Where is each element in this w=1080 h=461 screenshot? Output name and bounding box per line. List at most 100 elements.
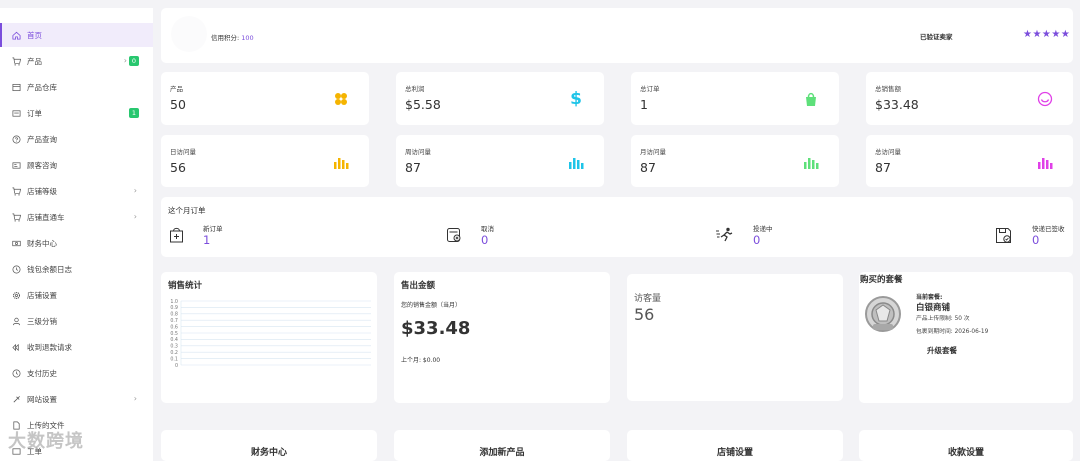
runner-icon (716, 227, 733, 242)
sidebar-item-label: 网站设置 (27, 394, 57, 404)
y-tick-label: 0.2 (170, 350, 178, 356)
sidebar-item-products[interactable]: 产品 › 0 (0, 49, 153, 73)
history-icon (12, 265, 21, 274)
sidebar-item-product-query[interactable]: 产品查询 (0, 127, 153, 151)
cart-icon (12, 213, 21, 222)
sidebar-item-finance[interactable]: 财务中心 (0, 231, 153, 255)
watermark: 大数跨境 (8, 431, 84, 452)
stat-card-products: 产品 50 (161, 72, 369, 125)
rating-stars: ★★★★★ (1023, 29, 1071, 40)
order-status-count: 0 (1032, 233, 1040, 247)
last-month-amount: 上个月: $0.00 (401, 357, 441, 364)
finance-center-link[interactable]: 财务中心 (161, 430, 377, 461)
link-label: 收款设置 (947, 448, 984, 458)
sidebar-item-shop-settings[interactable]: 店铺设置 (0, 283, 153, 307)
add-product-link[interactable]: 添加新产品 (394, 430, 610, 461)
sidebar-item-home[interactable]: 首页 (0, 23, 153, 47)
stat-card-total-orders: 总订单 1 (631, 72, 839, 125)
sidebar-item-distribution[interactable]: 三级分销 (0, 309, 153, 333)
stat-label: 日访问量 (170, 148, 196, 156)
order-status-count: 0 (753, 233, 761, 247)
stat-label: 总订单 (640, 85, 660, 93)
signed-icon (996, 228, 1011, 243)
sidebar-item-orders[interactable]: 订单 1 (0, 101, 153, 125)
monthly-orders-panel: 这个月订单 新订单 1 取消 0 投递中 0 快递已签收 0 (161, 197, 1073, 257)
gear-icon (12, 291, 21, 300)
order-icon (12, 109, 21, 118)
package-badge-icon (865, 296, 901, 332)
sidebar-item-label: 订单 (27, 108, 42, 118)
y-tick-label: 1.0 (170, 299, 178, 305)
visitors-value: 56 (634, 305, 655, 324)
verified-seller-label: 已验证卖家 (920, 33, 953, 41)
bar-chart-icon (569, 158, 584, 169)
stat-value: 50 (170, 97, 186, 112)
monthly-orders-title: 这个月订单 (168, 206, 206, 215)
sidebar-item-label: 财务中心 (27, 238, 57, 248)
credit-value: 100 (241, 34, 254, 42)
stat-value: 87 (405, 160, 421, 175)
stat-value: $5.58 (405, 97, 441, 112)
smile-icon (1037, 91, 1053, 107)
stat-card-total-sales: 总销售额 $33.48 (866, 72, 1073, 125)
upgrade-package-button[interactable]: 升级套餐 (927, 345, 957, 356)
sold-amount-card: 售出金额 您的销售金额（当月） $33.48 上个月: $0.00 (394, 272, 610, 403)
stat-value: 87 (875, 160, 891, 175)
order-status-count: 1 (203, 233, 211, 247)
credit-label: 信用积分: (211, 34, 240, 42)
stat-label: 总利润 (405, 85, 425, 93)
y-tick-label: 0 (175, 363, 178, 369)
stat-label: 产品 (170, 85, 183, 93)
count-badge: 1 (128, 108, 139, 118)
sidebar: 首页 产品 › 0 产品仓库 订单 1 产品查询 顾客咨询 店铺等级 › 店铺直… (0, 8, 153, 461)
sidebar-item-label: 三级分销 (27, 316, 57, 326)
sidebar-item-label: 钱包余额日志 (27, 264, 72, 274)
bar-chart-icon (1038, 158, 1053, 169)
sidebar-item-label: 店铺直通车 (27, 212, 65, 222)
sidebar-item-wallet-log[interactable]: 钱包余额日志 (0, 257, 153, 281)
link-label: 店铺设置 (716, 448, 753, 458)
sidebar-item-label: 顾客咨询 (27, 160, 57, 170)
bar-chart-icon (334, 158, 349, 169)
sidebar-item-site-settings[interactable]: 网站设置 › (0, 387, 153, 411)
chevron-right-icon: › (133, 212, 137, 221)
order-status-count: 0 (481, 233, 489, 247)
home-icon (12, 31, 21, 40)
sales-line-chart: 1.00.90.80.70.60.50.40.30.20.10 (170, 299, 371, 369)
chevron-right-icon: › (133, 186, 137, 195)
sidebar-item-shop-express[interactable]: 店铺直通车 › (0, 205, 153, 229)
stat-card-weekly-visits: 周访问量 87 (396, 135, 604, 187)
money-icon (12, 239, 21, 248)
package-name: 白银商铺 (916, 303, 951, 313)
upload-limit: 产品上传限制: 50 次 (916, 316, 970, 322)
sidebar-item-refund-requests[interactable]: 收到退款请求 (0, 335, 153, 359)
stat-card-daily-visits: 日访问量 56 (161, 135, 369, 187)
y-tick-label: 0.8 (170, 312, 178, 318)
bag-icon (806, 92, 816, 106)
current-package-label: 当前套餐: (916, 294, 943, 301)
stat-label: 月访问量 (640, 148, 666, 156)
count-badge: 0 (128, 56, 139, 66)
sidebar-item-label: 产品查询 (27, 134, 57, 144)
shop-settings-link[interactable]: 店铺设置 (627, 430, 843, 461)
link-label: 财务中心 (250, 448, 287, 458)
sidebar-item-customer-consult[interactable]: 顾客咨询 (0, 153, 153, 177)
history-icon (12, 369, 21, 378)
chevron-right-icon: › (123, 56, 127, 65)
sidebar-item-product-storage[interactable]: 产品仓库 (0, 75, 153, 99)
link-label: 添加新产品 (479, 448, 525, 458)
sidebar-item-payment-history[interactable]: 支付历史 (0, 361, 153, 385)
question-icon (12, 135, 21, 144)
order-status-label: 快递已签收 (1032, 225, 1065, 233)
sidebar-item-shop-level[interactable]: 店铺等级 › (0, 179, 153, 203)
y-tick-label: 0.7 (170, 318, 178, 324)
payment-settings-link[interactable]: 收款设置 (859, 430, 1073, 461)
user-icon (12, 317, 21, 326)
dollar-icon: $ (570, 89, 582, 109)
sidebar-item-label: 支付历史 (27, 368, 57, 378)
cart-icon (12, 57, 21, 66)
consult-icon (12, 161, 21, 170)
visitors-card: 访客量 56 (627, 274, 843, 401)
refund-icon (12, 343, 21, 352)
y-tick-label: 0.5 (170, 331, 178, 337)
